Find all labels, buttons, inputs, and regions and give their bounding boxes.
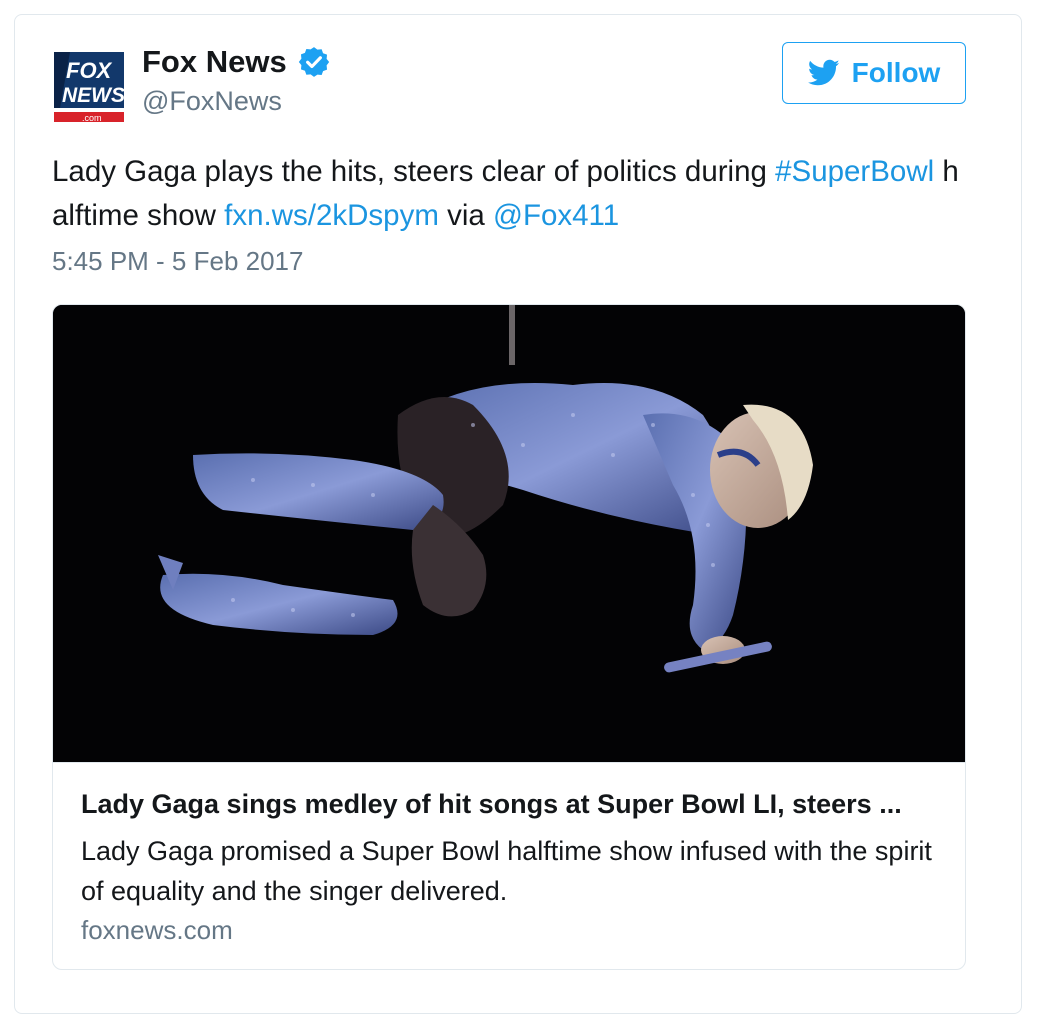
mention-link[interactable]: @Fox411 [493,199,619,232]
author-name-label[interactable]: Fox News [142,44,287,80]
link-card-body[interactable]: Lady Gaga sings medley of hit songs at S… [53,762,965,969]
tweet-text-part: via [438,199,494,232]
url-link[interactable]: fxn.ws/2kDspym [224,199,439,232]
twitter-bird-icon [807,59,840,86]
article-description: Lady Gaga promised a Super Bowl halftime… [81,836,932,906]
tweet-timestamp[interactable]: 5:45 PM - 5 Feb 2017 [52,246,303,277]
tweet-text: Lady Gaga plays the hits, steers clear o… [52,150,964,238]
tweet-text-part: Lady Gaga plays the hits, steers clear o… [52,155,776,188]
article-title[interactable]: Lady Gaga sings medley of hit songs at S… [81,789,941,820]
hashtag-link[interactable]: #SuperBowl [775,155,934,188]
verified-badge-icon [298,47,329,77]
svg-text:.com: .com [82,113,102,123]
follow-button[interactable]: Follow [782,42,966,104]
author-handle[interactable]: @FoxNews [142,86,282,117]
link-preview-card[interactable]: Lady Gaga sings medley of hit songs at S… [52,304,966,970]
article-image[interactable] [53,305,965,762]
author-name[interactable]: Fox News [142,44,331,80]
fox-news-logo[interactable]: FOX NEWS .com [52,42,138,128]
svg-text:FOX: FOX [66,58,113,83]
article-domain: foxnews.com [81,915,233,945]
follow-button-label: Follow [851,57,941,88]
svg-text:NEWS: NEWS [62,84,125,107]
